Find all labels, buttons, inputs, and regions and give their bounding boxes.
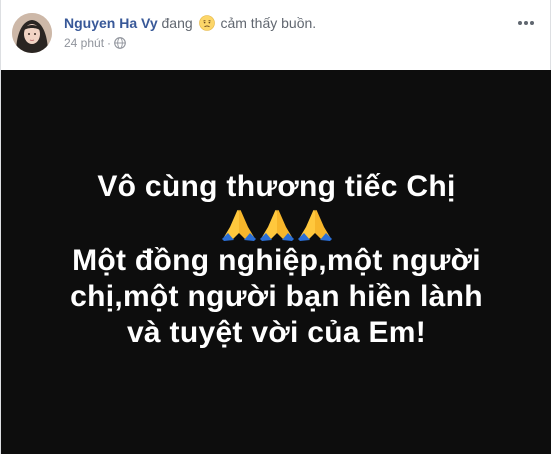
more-options-button[interactable]: [516, 14, 536, 32]
status-line-1: Vô cùng thương tiếc Chị: [97, 170, 456, 203]
avatar[interactable]: [12, 13, 52, 53]
feeling-text[interactable]: cảm thấy buồn.: [220, 15, 316, 31]
post-subtitle-line: 24 phút ·: [64, 36, 316, 50]
facebook-post: Nguyen Ha Vy đang cảm thấy buồn. 24 phút…: [0, 0, 551, 454]
post-title-line: Nguyen Ha Vy đang cảm thấy buồn.: [64, 14, 316, 32]
folded-hands-group: [221, 205, 332, 243]
folded-hands-icon: [297, 209, 332, 241]
globe-icon[interactable]: [114, 37, 126, 49]
folded-hands-icon: [221, 209, 256, 241]
post-header: Nguyen Ha Vy đang cảm thấy buồn. 24 phút…: [1, 0, 550, 70]
status-background: Vô cùng thương tiếc Chị Một đồng nghiệp,…: [1, 70, 551, 454]
feeling-prefix: đang: [161, 15, 193, 31]
folded-hands-icon: [259, 209, 294, 241]
post-meta: Nguyen Ha Vy đang cảm thấy buồn. 24 phút…: [64, 14, 316, 50]
more-horizontal-icon: [518, 21, 534, 25]
author-name[interactable]: Nguyen Ha Vy: [64, 15, 158, 31]
post-timestamp[interactable]: 24 phút: [64, 36, 104, 50]
separator-dot: ·: [107, 36, 112, 50]
status-line-2: Một đồng nghiệp,một người: [72, 244, 481, 277]
status-line-4: và tuyệt vời của Em!: [126, 316, 427, 349]
sad-face-icon: [198, 15, 215, 31]
status-line-3: chị,một người bạn hiền lành: [70, 280, 483, 313]
